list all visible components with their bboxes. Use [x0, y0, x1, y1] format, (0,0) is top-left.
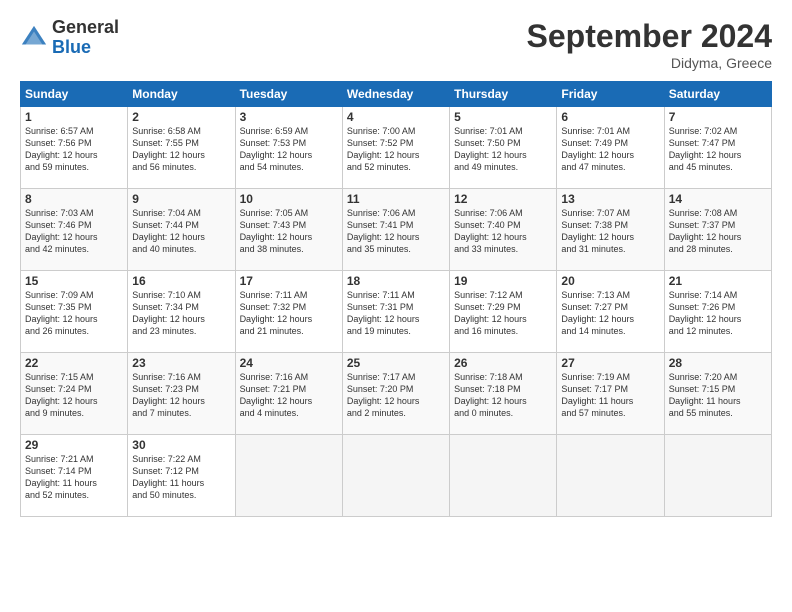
day-15: 15 Sunrise: 7:09 AMSunset: 7:35 PMDaylig… [21, 271, 128, 353]
header-wednesday: Wednesday [342, 82, 449, 107]
day-23: 23 Sunrise: 7:16 AMSunset: 7:23 PMDaylig… [128, 353, 235, 435]
header-sunday: Sunday [21, 82, 128, 107]
empty-cell [235, 435, 342, 517]
day-20: 20 Sunrise: 7:13 AMSunset: 7:27 PMDaylig… [557, 271, 664, 353]
logo: General Blue [20, 18, 119, 58]
header-monday: Monday [128, 82, 235, 107]
day-27: 27 Sunrise: 7:19 AMSunset: 7:17 PMDaylig… [557, 353, 664, 435]
header-saturday: Saturday [664, 82, 771, 107]
day-30: 30 Sunrise: 7:22 AMSunset: 7:12 PMDaylig… [128, 435, 235, 517]
day-13: 13 Sunrise: 7:07 AMSunset: 7:38 PMDaylig… [557, 189, 664, 271]
title-area: September 2024 Didyma, Greece [527, 18, 772, 71]
empty-cell [557, 435, 664, 517]
table-row: 29 Sunrise: 7:21 AMSunset: 7:14 PMDaylig… [21, 435, 772, 517]
month-title: September 2024 [527, 18, 772, 55]
day-6: 6 Sunrise: 7:01 AMSunset: 7:49 PMDayligh… [557, 107, 664, 189]
empty-cell [342, 435, 449, 517]
table-row: 8 Sunrise: 7:03 AMSunset: 7:46 PMDayligh… [21, 189, 772, 271]
day-8: 8 Sunrise: 7:03 AMSunset: 7:46 PMDayligh… [21, 189, 128, 271]
day-29: 29 Sunrise: 7:21 AMSunset: 7:14 PMDaylig… [21, 435, 128, 517]
day-19: 19 Sunrise: 7:12 AMSunset: 7:29 PMDaylig… [450, 271, 557, 353]
day-17: 17 Sunrise: 7:11 AMSunset: 7:32 PMDaylig… [235, 271, 342, 353]
logo-general: General [52, 17, 119, 37]
header-friday: Friday [557, 82, 664, 107]
day-25: 25 Sunrise: 7:17 AMSunset: 7:20 PMDaylig… [342, 353, 449, 435]
calendar: Sunday Monday Tuesday Wednesday Thursday… [20, 81, 772, 517]
day-5: 5 Sunrise: 7:01 AMSunset: 7:50 PMDayligh… [450, 107, 557, 189]
page: General Blue September 2024 Didyma, Gree… [0, 0, 792, 612]
day-14: 14 Sunrise: 7:08 AMSunset: 7:37 PMDaylig… [664, 189, 771, 271]
day-26: 26 Sunrise: 7:18 AMSunset: 7:18 PMDaylig… [450, 353, 557, 435]
weekday-header-row: Sunday Monday Tuesday Wednesday Thursday… [21, 82, 772, 107]
day-3: 3 Sunrise: 6:59 AMSunset: 7:53 PMDayligh… [235, 107, 342, 189]
header-tuesday: Tuesday [235, 82, 342, 107]
table-row: 22 Sunrise: 7:15 AMSunset: 7:24 PMDaylig… [21, 353, 772, 435]
logo-text: General Blue [52, 18, 119, 58]
location: Didyma, Greece [527, 55, 772, 71]
day-11: 11 Sunrise: 7:06 AMSunset: 7:41 PMDaylig… [342, 189, 449, 271]
day-12: 12 Sunrise: 7:06 AMSunset: 7:40 PMDaylig… [450, 189, 557, 271]
empty-cell [450, 435, 557, 517]
logo-blue: Blue [52, 37, 91, 57]
day-9: 9 Sunrise: 7:04 AMSunset: 7:44 PMDayligh… [128, 189, 235, 271]
empty-cell [664, 435, 771, 517]
header-thursday: Thursday [450, 82, 557, 107]
day-7: 7 Sunrise: 7:02 AMSunset: 7:47 PMDayligh… [664, 107, 771, 189]
day-21: 21 Sunrise: 7:14 AMSunset: 7:26 PMDaylig… [664, 271, 771, 353]
table-row: 1 Sunrise: 6:57 AMSunset: 7:56 PMDayligh… [21, 107, 772, 189]
day-1: 1 Sunrise: 6:57 AMSunset: 7:56 PMDayligh… [21, 107, 128, 189]
table-row: 15 Sunrise: 7:09 AMSunset: 7:35 PMDaylig… [21, 271, 772, 353]
day-18: 18 Sunrise: 7:11 AMSunset: 7:31 PMDaylig… [342, 271, 449, 353]
day-24: 24 Sunrise: 7:16 AMSunset: 7:21 PMDaylig… [235, 353, 342, 435]
logo-icon [20, 24, 48, 52]
day-28: 28 Sunrise: 7:20 AMSunset: 7:15 PMDaylig… [664, 353, 771, 435]
day-16: 16 Sunrise: 7:10 AMSunset: 7:34 PMDaylig… [128, 271, 235, 353]
day-4: 4 Sunrise: 7:00 AMSunset: 7:52 PMDayligh… [342, 107, 449, 189]
header: General Blue September 2024 Didyma, Gree… [20, 18, 772, 71]
day-2: 2 Sunrise: 6:58 AMSunset: 7:55 PMDayligh… [128, 107, 235, 189]
day-10: 10 Sunrise: 7:05 AMSunset: 7:43 PMDaylig… [235, 189, 342, 271]
day-22: 22 Sunrise: 7:15 AMSunset: 7:24 PMDaylig… [21, 353, 128, 435]
